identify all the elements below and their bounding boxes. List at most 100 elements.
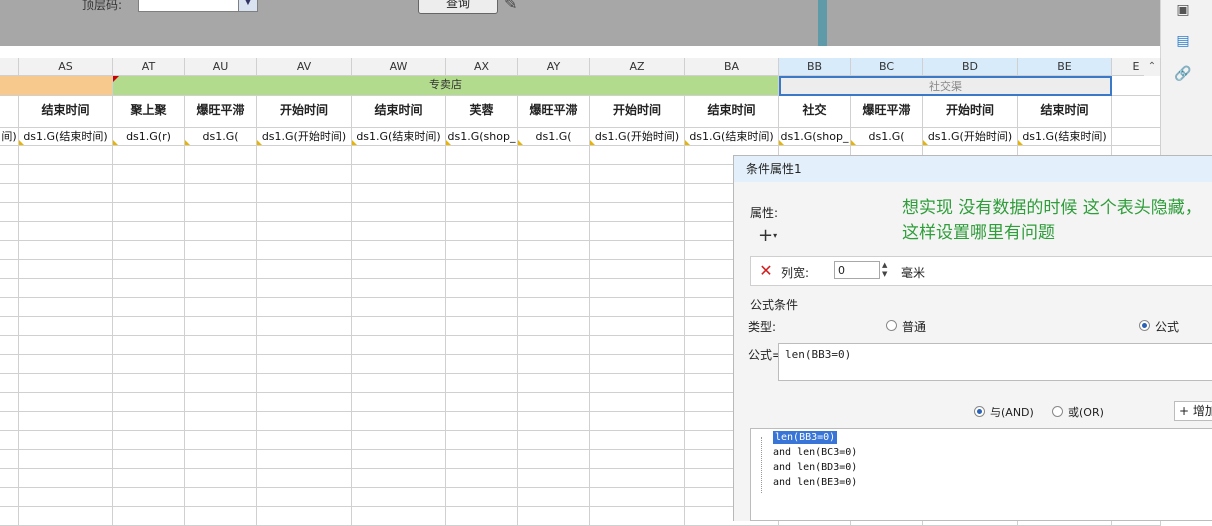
formula-input[interactable]: len(BB3=0) [778,343,1212,381]
empty-cell[interactable] [446,336,518,355]
empty-cell[interactable] [0,222,19,241]
empty-cell[interactable] [113,203,185,222]
empty-cell[interactable] [518,279,590,298]
empty-cell[interactable] [185,279,257,298]
empty-cell[interactable] [0,355,19,374]
empty-cell[interactable] [518,146,590,165]
data-cell[interactable]: ds1.G(结束时间) [1018,128,1112,146]
empty-cell[interactable] [0,184,19,203]
empty-cell[interactable] [0,412,19,431]
empty-cell[interactable] [113,241,185,260]
empty-cell[interactable] [113,146,185,165]
empty-cell[interactable] [113,393,185,412]
header-cell[interactable]: 开始时间 [923,96,1018,128]
empty-cell[interactable] [352,374,446,393]
empty-cell[interactable] [0,469,19,488]
empty-cell[interactable] [113,469,185,488]
condition-list[interactable]: len(BB3=0) and len(BC3=0) and len(BD3=0) an… [750,428,1212,521]
empty-cell[interactable] [0,279,19,298]
column-header-ay[interactable]: AY [518,58,590,76]
header-cell[interactable]: 结束时间 [1018,96,1112,128]
empty-cell[interactable] [590,184,685,203]
empty-cell[interactable] [185,298,257,317]
empty-cell[interactable] [518,260,590,279]
empty-cell[interactable] [113,317,185,336]
empty-cell[interactable] [518,222,590,241]
empty-cell[interactable] [352,317,446,336]
data-cell[interactable]: ds1.G(开始时间) [923,128,1018,146]
empty-cell[interactable] [19,336,113,355]
empty-cell[interactable] [590,374,685,393]
empty-cell[interactable] [590,507,685,526]
empty-cell[interactable] [19,298,113,317]
attribute-row-column-width[interactable]: ✕ 列宽: 0 ▲ ▼ 毫米 [750,256,1212,286]
empty-cell[interactable] [0,393,19,412]
data-cell[interactable]: ds1.G(结束时间) [352,128,446,146]
data-cell[interactable]: ds1.G(结束时间) [19,128,113,146]
empty-cell[interactable] [352,146,446,165]
empty-cell[interactable] [113,260,185,279]
empty-cell[interactable] [185,488,257,507]
data-cell[interactable]: ds1.G( [851,128,923,146]
empty-cell[interactable] [518,241,590,260]
empty-cell[interactable] [518,298,590,317]
empty-cell[interactable] [257,260,352,279]
empty-cell[interactable] [19,355,113,374]
empty-cell[interactable] [185,203,257,222]
empty-cell[interactable] [185,260,257,279]
empty-cell[interactable] [518,507,590,526]
band-store[interactable]: 专卖店 [113,76,779,96]
empty-cell[interactable] [185,336,257,355]
empty-cell[interactable] [446,412,518,431]
header-cell[interactable]: 结束时间 [19,96,113,128]
header-cell[interactable]: 社交 [779,96,851,128]
condition-item[interactable]: and len(BC3=0) [773,446,857,459]
empty-cell[interactable] [518,355,590,374]
empty-cell[interactable] [185,412,257,431]
data-cell[interactable] [1112,128,1161,146]
add-attribute-button[interactable]: +▾ [758,226,788,248]
data-cell[interactable]: ds1.G( [518,128,590,146]
column-width-input[interactable]: 0 [834,261,880,279]
link-icon[interactable]: 🔗 [1174,66,1192,82]
empty-cell[interactable] [590,393,685,412]
empty-cell[interactable] [257,279,352,298]
empty-cell[interactable] [257,488,352,507]
empty-cell[interactable] [113,412,185,431]
empty-cell[interactable] [19,146,113,165]
empty-cell[interactable] [518,184,590,203]
empty-cell[interactable] [446,374,518,393]
empty-cell[interactable] [257,336,352,355]
empty-cell[interactable] [0,165,19,184]
empty-cell[interactable] [518,317,590,336]
empty-cell[interactable] [257,355,352,374]
empty-cell[interactable] [352,469,446,488]
empty-cell[interactable] [185,184,257,203]
spinner-arrows-icon[interactable]: ▲ ▼ [882,261,887,279]
empty-cell[interactable] [185,450,257,469]
empty-cell[interactable] [590,241,685,260]
empty-cell[interactable] [185,317,257,336]
header-cell[interactable]: 结束时间 [685,96,779,128]
empty-cell[interactable] [446,260,518,279]
empty-cell[interactable] [185,374,257,393]
or-radio[interactable] [1052,406,1063,417]
empty-cell[interactable] [185,222,257,241]
empty-cell[interactable] [113,488,185,507]
empty-cell[interactable] [352,279,446,298]
empty-cell[interactable] [352,222,446,241]
chevron-down-icon[interactable]: ▼ [238,0,257,11]
empty-cell[interactable] [257,203,352,222]
column-header-ax[interactable]: AX [446,58,518,76]
empty-cell[interactable] [0,374,19,393]
empty-cell[interactable] [19,317,113,336]
empty-cell[interactable] [590,279,685,298]
empty-cell[interactable] [590,260,685,279]
empty-cell[interactable] [113,507,185,526]
type-normal-radio[interactable] [886,320,897,331]
column-header-av[interactable]: AV [257,58,352,76]
empty-cell[interactable] [446,146,518,165]
empty-cell[interactable] [185,393,257,412]
empty-cell[interactable] [0,146,19,165]
empty-cell[interactable] [590,431,685,450]
